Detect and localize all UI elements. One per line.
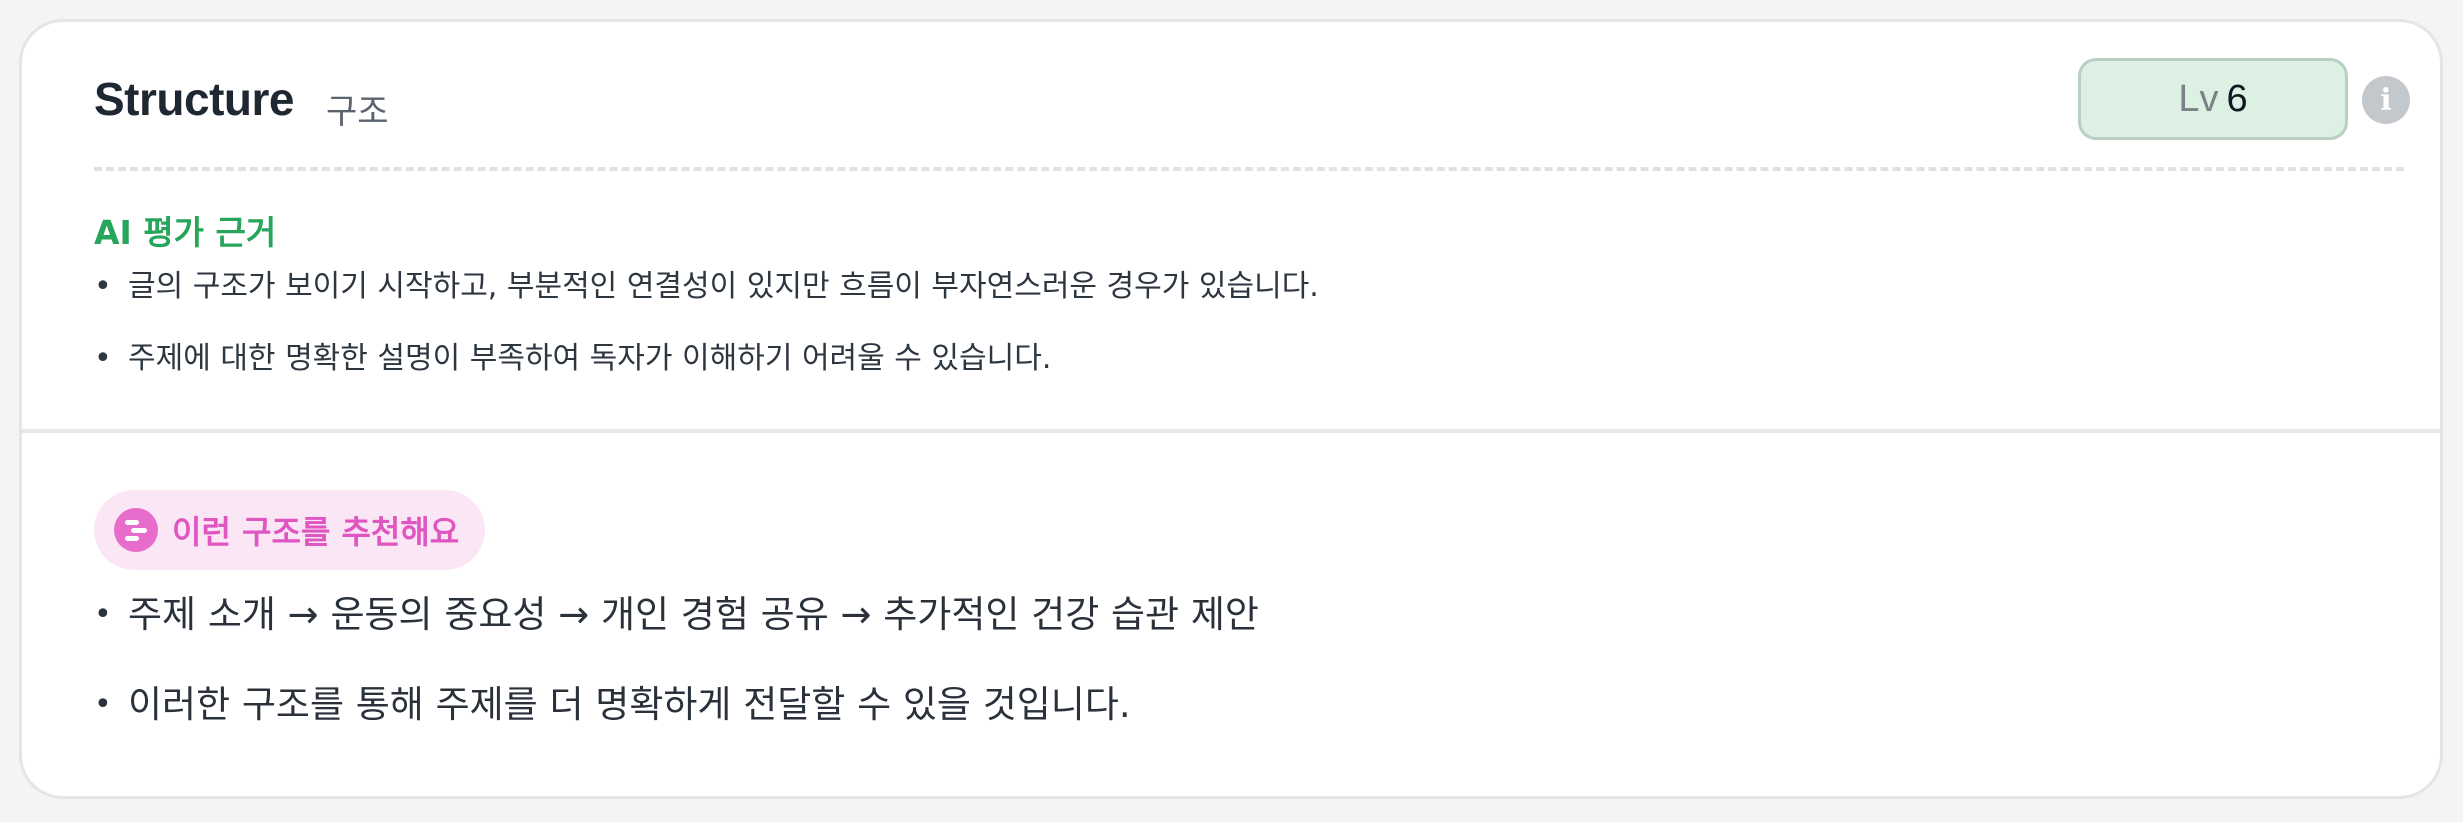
info-icon[interactable]: i bbox=[2362, 76, 2410, 124]
dashed-divider bbox=[94, 167, 2404, 171]
level-value: 6 bbox=[2226, 77, 2248, 120]
card-title: Structure bbox=[94, 73, 294, 125]
recommendation-item: 이러한 구조를 통해 주제를 더 명확하게 전달할 수 있을 것입니다. bbox=[94, 680, 1259, 770]
rationale-list: 글의 구조가 보이기 시작하고, 부분적인 연결성이 있지만 흐름이 부자연스러… bbox=[94, 267, 1319, 411]
recommendation-chip-label: 이런 구조를 추천해요 bbox=[172, 513, 460, 551]
structure-icon bbox=[114, 508, 158, 552]
recommendation-chip: 이런 구조를 추천해요 bbox=[94, 490, 486, 570]
level-prefix: Lv bbox=[2178, 77, 2219, 120]
rationale-item: 글의 구조가 보이기 시작하고, 부분적인 연결성이 있지만 흐름이 부자연스러… bbox=[94, 267, 1319, 339]
rationale-title: AI 평가 근거 bbox=[94, 213, 277, 252]
card-header: Structure 구조 Lv 6 i bbox=[22, 22, 2440, 172]
level-badge: Lv 6 bbox=[2078, 58, 2348, 140]
structure-card: Structure 구조 Lv 6 i AI 평가 근거 글의 구조가 보이기 … bbox=[19, 19, 2443, 799]
recommendation-item: 주제 소개 → 운동의 중요성 → 개인 경험 공유 → 추가적인 건강 습관 … bbox=[94, 590, 1259, 680]
card-subtitle: 구조 bbox=[326, 92, 389, 132]
rationale-item: 주제에 대한 명확한 설명이 부족하여 독자가 이해하기 어려울 수 있습니다. bbox=[94, 339, 1319, 411]
recommendation-list: 주제 소개 → 운동의 중요성 → 개인 경험 공유 → 추가적인 건강 습관 … bbox=[94, 590, 1259, 770]
section-divider bbox=[22, 429, 2440, 433]
